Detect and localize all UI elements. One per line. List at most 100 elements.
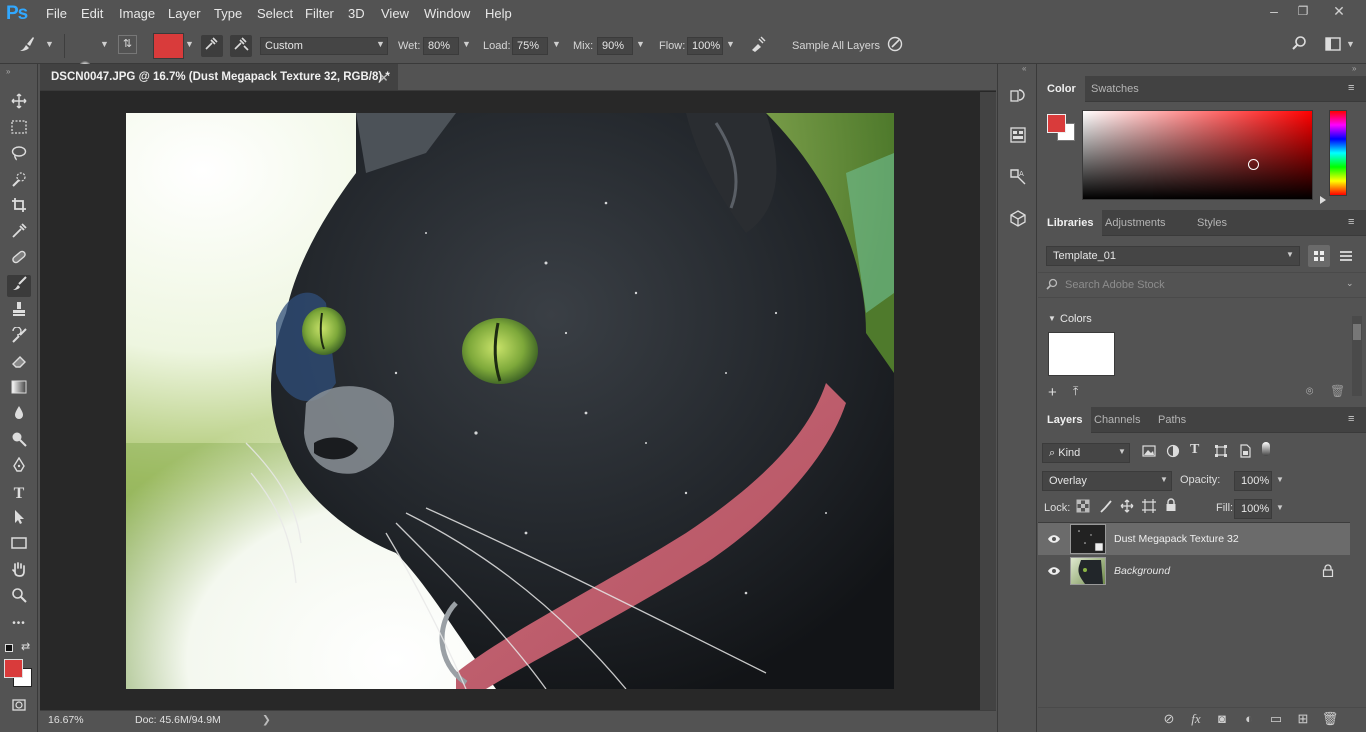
foreground-color-swatch[interactable] (4, 659, 23, 678)
airbrush-icon[interactable] (747, 35, 769, 57)
brush-preset-select[interactable]: Custom (260, 37, 388, 55)
mix-chevron-icon[interactable]: ▼ (636, 39, 646, 51)
collapse-arrows-icon[interactable]: » (6, 67, 10, 76)
close-window-button[interactable]: ✕ (1324, 2, 1354, 22)
filter-smart-object-icon[interactable] (1238, 444, 1252, 458)
workspace-icon[interactable] (1322, 35, 1344, 57)
fill-field[interactable]: 100% (1234, 499, 1272, 519)
eraser-tool-icon[interactable] (7, 353, 31, 375)
eye-visibility-icon[interactable] (1047, 566, 1061, 579)
hand-tool-icon[interactable] (7, 561, 31, 583)
filter-pixel-icon[interactable] (1142, 444, 1156, 458)
menu-file[interactable]: File (46, 6, 67, 21)
menu-type[interactable]: Type (214, 6, 242, 21)
library-select[interactable]: Template_01 (1046, 246, 1300, 266)
lock-artboard-icon[interactable] (1142, 499, 1156, 513)
paragraph-styles-icon[interactable]: A (1006, 168, 1030, 192)
hue-slider-marker-icon[interactable] (1320, 196, 1326, 204)
current-brush-load-swatch[interactable] (153, 33, 184, 59)
brush-tool-icon[interactable] (7, 275, 31, 297)
new-group-folder-icon[interactable]: ▭ (1265, 708, 1287, 730)
clean-brush-icon[interactable] (230, 35, 252, 57)
document-tab[interactable]: DSCN0047.JPG @ 16.7% (Dust Megapack Text… (40, 64, 398, 91)
delete-icon[interactable]: 🗑 (1330, 384, 1345, 398)
color-picker-marker[interactable] (1248, 159, 1259, 170)
filter-adjustment-icon[interactable] (1166, 444, 1180, 458)
adjustment-layer-icon[interactable]: ◐ (1238, 708, 1260, 730)
eye-visibility-icon[interactable] (1047, 534, 1061, 547)
tab-styles[interactable]: Styles (1188, 210, 1236, 236)
new-layer-icon[interactable]: ⊞ (1292, 708, 1314, 730)
filter-chevron-icon[interactable]: ▼ (1118, 447, 1126, 456)
wet-field[interactable]: 80% (423, 37, 459, 55)
tab-channels[interactable]: Channels (1085, 407, 1149, 433)
menu-help[interactable]: Help (485, 6, 512, 21)
more-tools-icon[interactable]: ••• (7, 613, 31, 635)
filter-type-icon[interactable]: T (1190, 442, 1199, 458)
load-brush-icon[interactable] (201, 35, 223, 57)
vertical-scrollbar[interactable] (980, 92, 996, 710)
load-chevron-icon[interactable]: ▼ (552, 39, 562, 51)
panel-menu-icon[interactable]: ≡ (1348, 82, 1360, 94)
close-tab-icon[interactable]: × (380, 64, 388, 91)
lock-transparent-icon[interactable] (1076, 499, 1090, 513)
search-icon[interactable] (1288, 35, 1310, 57)
blend-mode-select[interactable]: Overlay (1042, 471, 1172, 491)
dodge-tool-icon[interactable] (7, 431, 31, 453)
wet-chevron-icon[interactable]: ▼ (462, 39, 472, 51)
opacity-field[interactable]: 100% (1234, 471, 1272, 491)
layer-row[interactable]: Background (1038, 555, 1350, 587)
expand-arrows-icon[interactable]: « (1022, 64, 1026, 73)
cloud-sync-icon[interactable]: ⌾ (1306, 384, 1313, 399)
upload-icon[interactable]: ⤒ (1073, 384, 1078, 399)
brush-panel-icon[interactable]: ⇅ (118, 35, 137, 54)
menu-view[interactable]: View (381, 6, 409, 21)
tab-color[interactable]: Color (1038, 76, 1085, 102)
history-brush-tool-icon[interactable] (7, 326, 31, 349)
list-view-button[interactable] (1335, 245, 1357, 267)
zoom-tool-icon[interactable] (7, 587, 31, 609)
add-content-icon[interactable]: + (1048, 384, 1057, 401)
properties-panel-icon[interactable] (1006, 126, 1030, 150)
color-field[interactable] (1082, 110, 1313, 200)
mix-field[interactable]: 90% (597, 37, 633, 55)
canvas-image[interactable] (126, 113, 894, 689)
healing-brush-tool-icon[interactable] (7, 249, 31, 271)
tab-swatches[interactable]: Swatches (1082, 76, 1148, 102)
crop-tool-icon[interactable] (7, 197, 31, 219)
opacity-chevron-icon[interactable]: ▼ (1276, 475, 1284, 484)
preset-chevron-icon[interactable]: ▼ (376, 39, 386, 51)
library-chevron-icon[interactable]: ▼ (1286, 250, 1294, 259)
menu-window[interactable]: Window (424, 6, 470, 21)
libraries-scroll-thumb[interactable] (1353, 324, 1361, 340)
workspace-chevron-icon[interactable]: ▼ (1346, 39, 1356, 51)
swap-colors-icon[interactable]: ⇄ (21, 640, 30, 653)
layer-filter-select[interactable]: ⌕ Kind (1042, 443, 1130, 463)
menu-select[interactable]: Select (257, 6, 293, 21)
menu-filter[interactable]: Filter (305, 6, 334, 21)
path-selection-tool-icon[interactable] (7, 509, 31, 531)
quick-mask-icon[interactable] (7, 696, 31, 718)
lock-all-icon[interactable] (1164, 498, 1178, 512)
blend-chevron-icon[interactable]: ▼ (1160, 475, 1168, 484)
delete-layer-icon[interactable]: 🗑 (1319, 708, 1341, 730)
mixer-brush-icon[interactable] (16, 35, 38, 57)
filter-toggle-icon[interactable] (1262, 442, 1270, 456)
chevron-down-icon[interactable]: ▼ (45, 39, 55, 51)
move-tool-icon[interactable] (7, 93, 31, 115)
link-layers-icon[interactable]: ⊘ (1158, 708, 1180, 730)
tab-paths[interactable]: Paths (1149, 407, 1195, 433)
restore-button[interactable]: ❐ (1288, 2, 1318, 22)
collapse-panels-icon[interactable]: » (1352, 64, 1356, 73)
library-color-swatch[interactable] (1048, 332, 1115, 376)
stock-search-input[interactable]: Search Adobe Stock (1065, 279, 1165, 291)
panel-menu-icon[interactable]: ≡ (1348, 216, 1360, 228)
menu-edit[interactable]: Edit (81, 6, 103, 21)
layer-name[interactable]: Dust Megapack Texture 32 (1114, 533, 1239, 545)
layer-style-fx-icon[interactable]: fx (1185, 708, 1207, 730)
quick-selection-tool-icon[interactable] (7, 171, 31, 193)
clone-stamp-tool-icon[interactable] (7, 301, 31, 323)
lock-pixels-icon[interactable] (1099, 499, 1113, 513)
tab-libraries[interactable]: Libraries (1038, 210, 1103, 236)
menu-3d[interactable]: 3D (348, 6, 365, 21)
